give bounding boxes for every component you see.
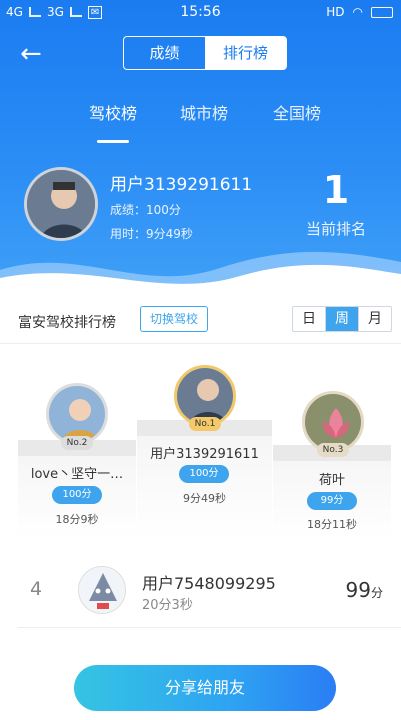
switch-school-button[interactable]: 切换驾校 [140,306,208,332]
score-second: 100分 [52,486,102,504]
period-month[interactable]: 月 [359,307,391,331]
time-first: 9分49秒 [183,492,226,505]
my-rank-number: 1 [322,168,350,212]
badge-second: No.2 [61,436,93,450]
podium: No.2 love丶坚守一… 100分 18分9秒 No.1 用户3139291… [0,345,401,545]
status-bar: 4G 3G ✉ 15:56 HD ◠ [0,0,401,26]
arrow-left-icon: ← [20,39,42,69]
score-third: 99分 [307,492,357,510]
my-username: 用户3139291611 [110,175,253,195]
name-first: 用户3139291611 [150,447,259,462]
my-time: 用时：9分49秒 [110,227,193,241]
segment-leaderboard[interactable]: 排行榜 [205,37,286,69]
share-button[interactable]: 分享给朋友 [74,665,336,711]
period-selector: 日 周 月 [292,306,392,332]
tab-indicator [97,140,129,143]
list-score-value: 99 [345,578,371,602]
header-wave [0,251,401,290]
name-third: 荷叶 [318,473,345,488]
segment-control: 成绩 排行榜 [123,36,287,70]
list-score-unit: 分 [370,586,383,600]
my-rank-label: 当前排名 [305,220,366,238]
list-username: 用户7548099295 [142,574,276,593]
list-rank: 4 [30,578,43,600]
list-time: 20分3秒 [142,598,193,613]
battery-icon [371,6,393,18]
hd-indicator: HD [326,5,345,19]
segment-score[interactable]: 成绩 [124,37,205,69]
tab-city[interactable]: 城市榜 [164,100,244,124]
leaderboard-header: 富安驾校排行榜 切换驾校 日 周 月 [0,298,401,344]
wifi-icon: ◠ [352,5,363,19]
period-week[interactable]: 周 [326,307,359,331]
badge-first: No.1 [189,417,221,431]
my-avatar [24,167,98,241]
score-first: 100分 [179,465,229,483]
back-button[interactable]: ← [20,40,52,68]
name-second: love丶坚守一… [30,467,124,482]
my-score: 成绩：100分 [110,203,181,217]
tab-school[interactable]: 驾校榜 [73,100,153,124]
person-photo-icon [27,170,95,238]
leaderboard-title: 富安驾校排行榜 [18,315,116,331]
period-day[interactable]: 日 [293,307,326,331]
list-avatar [78,566,126,614]
badge-third: No.3 [317,443,349,457]
time-second: 18分9秒 [55,513,99,526]
tab-national[interactable]: 全国榜 [257,100,337,124]
list-item[interactable]: 4 用户7548099295 20分3秒 99分 [18,552,401,628]
cartoon-shark-icon [79,567,125,613]
list-score: 99分 [346,578,383,602]
time-third: 18分11秒 [307,518,357,531]
header-banner: 4G 3G ✉ 15:56 HD ◠ ← 成绩 排行榜 驾校榜 城市榜 全国榜 [0,0,401,290]
scope-tabs: 驾校榜 城市榜 全国榜 [0,100,401,130]
